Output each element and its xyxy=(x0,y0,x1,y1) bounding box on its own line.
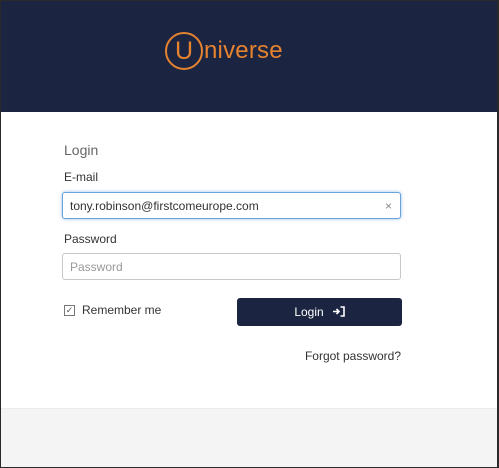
logo-circle-letter: U xyxy=(165,32,203,70)
forgot-password-link[interactable]: Forgot password? xyxy=(305,349,401,363)
email-label: E-mail xyxy=(64,170,99,184)
email-value: tony.robinson@firstcomeurope.com xyxy=(70,198,259,213)
password-field[interactable]: Password xyxy=(62,253,401,280)
header-bar: U niverse xyxy=(1,1,497,112)
footer-area xyxy=(1,408,497,467)
clear-icon[interactable]: × xyxy=(385,199,392,213)
password-placeholder: Password xyxy=(70,259,123,274)
remember-label: Remember me xyxy=(82,303,162,317)
password-label: Password xyxy=(64,232,117,246)
universe-logo: U niverse xyxy=(165,31,283,71)
sign-in-icon xyxy=(332,305,345,320)
form-title: Login xyxy=(64,142,99,158)
login-window: U niverse Login E-mail tony.robinson@fir… xyxy=(0,0,499,468)
login-form: Login E-mail tony.robinson@firstcomeurop… xyxy=(1,112,497,408)
logo-wordmark: niverse xyxy=(204,37,283,64)
remember-me[interactable]: ✓ Remember me xyxy=(64,303,161,317)
login-button-label: Login xyxy=(294,305,324,319)
remember-checkbox[interactable]: ✓ xyxy=(64,304,75,316)
login-button[interactable]: Login xyxy=(237,298,402,326)
email-field[interactable]: tony.robinson@firstcomeurope.com × xyxy=(62,192,401,219)
